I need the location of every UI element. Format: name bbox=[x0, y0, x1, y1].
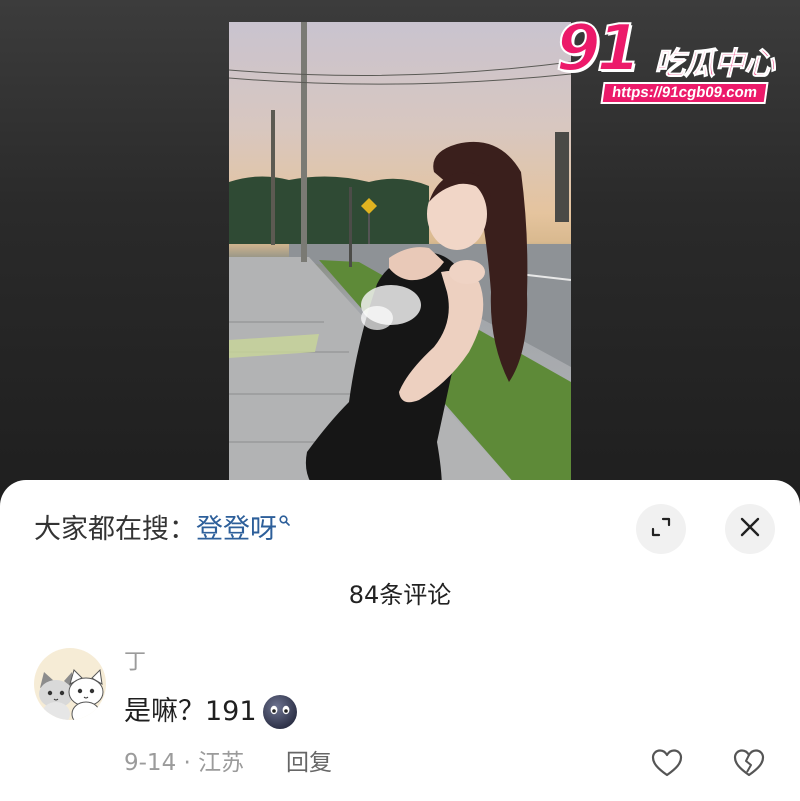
trending-search-term[interactable]: 登登呀 bbox=[196, 514, 277, 545]
expand-icon bbox=[649, 515, 673, 543]
comments-sheet: 大家都在搜：登登呀 84条评论 丁 是嘛？191 9-14 · 江苏 回复 bbox=[0, 480, 800, 801]
comment-text: 是嘛？191 bbox=[124, 696, 257, 727]
comment-date-location: 9-14 · 江苏 bbox=[124, 750, 245, 776]
search-icon bbox=[279, 498, 290, 526]
post-photo[interactable] bbox=[229, 22, 571, 500]
watermark-url: https://91cgb09.com bbox=[600, 82, 769, 104]
expand-button[interactable] bbox=[636, 504, 686, 554]
like-button[interactable] bbox=[650, 746, 684, 780]
close-button[interactable] bbox=[725, 504, 775, 554]
heart-icon bbox=[650, 749, 684, 784]
shadow-face-emoji-icon bbox=[261, 693, 299, 731]
trending-search-label: 大家都在搜： bbox=[34, 514, 196, 545]
comment-username[interactable]: 丁 bbox=[124, 648, 146, 678]
comment-count: 84条评论 bbox=[348, 581, 452, 609]
comment-body: 是嘛？191 bbox=[124, 692, 299, 732]
trending-search[interactable]: 大家都在搜：登登呀 bbox=[34, 510, 290, 550]
close-icon bbox=[739, 516, 761, 542]
dislike-button[interactable] bbox=[732, 746, 766, 780]
reply-button[interactable]: 回复 bbox=[286, 746, 332, 780]
broken-heart-icon bbox=[732, 749, 766, 784]
watermark-number: 91 bbox=[555, 11, 642, 87]
watermark-site-name: 吃瓜中心 bbox=[654, 46, 776, 83]
avatar[interactable] bbox=[34, 648, 106, 720]
site-watermark-logo: 91 吃瓜中心 https://91cgb09.com bbox=[555, 11, 792, 108]
